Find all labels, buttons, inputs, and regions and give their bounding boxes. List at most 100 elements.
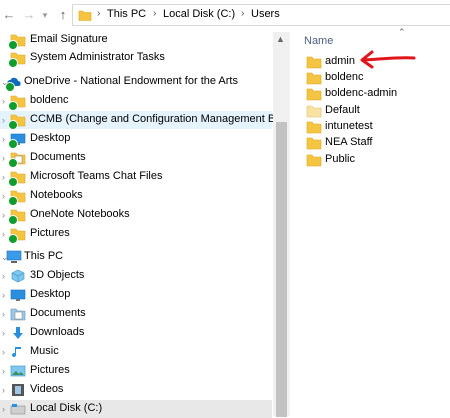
forward-arrow-icon[interactable]: → [22, 8, 36, 22]
music-note-icon [10, 345, 26, 359]
nav-item-label: Videos [30, 383, 64, 395]
file-name: boldenc [325, 71, 364, 83]
chevron-right-icon[interactable]: › [2, 308, 10, 320]
onedrive-cloud-icon [5, 75, 23, 92]
folder-icon [8, 33, 26, 50]
nav-item-label: Pictures [30, 364, 70, 376]
sync-check-icon [8, 120, 18, 130]
sync-check-icon [8, 139, 18, 149]
file-item-boldenc[interactable]: boldenc [304, 70, 444, 86]
folder-icon [8, 113, 26, 130]
nav-item-label: OneNote Notebooks [30, 208, 130, 220]
nav-item-onedrive[interactable]: ⌄ OneDrive - National Endowment for the … [0, 73, 272, 92]
folder-icon [8, 208, 26, 225]
nav-item-pictures[interactable]: › Pictures [0, 362, 272, 380]
nav-item-label: Email Signature [30, 33, 108, 45]
nav-item-label: 3D Objects [30, 269, 85, 281]
nav-item-label: Downloads [30, 326, 85, 338]
folder-icon [306, 136, 322, 150]
address-toolbar: ← → ▾ ↑ › This PC › Local Disk (C:) › Us… [0, 0, 450, 32]
this-pc-icon [6, 250, 22, 264]
nav-item-label: Microsoft Teams Chat Files [30, 170, 163, 182]
address-folder-icon [78, 8, 92, 22]
nav-item-videos[interactable]: › Videos [0, 381, 272, 399]
breadcrumb-this-pc[interactable]: This PC [107, 8, 146, 20]
file-item-boldenc-admin[interactable]: boldenc-admin [304, 86, 444, 102]
file-item-intunetest[interactable]: intunetest [304, 119, 444, 135]
nav-item-documents[interactable]: › Documents [0, 305, 272, 323]
back-arrow-icon[interactable]: ← [2, 8, 16, 22]
nav-item-notebooks[interactable]: › Notebooks [0, 187, 272, 206]
folder-icon [8, 94, 26, 111]
nav-item-ccmb[interactable]: › CCMB (Change and Configuration Managem… [0, 111, 301, 130]
desktop-icon [8, 132, 26, 149]
nav-item-this-pc[interactable]: ⌄ This PC [0, 248, 272, 266]
nav-item-label: boldenc [30, 94, 69, 106]
nav-item-music[interactable]: › Music [0, 343, 272, 361]
chevron-right-icon[interactable]: › [2, 365, 10, 377]
nav-item-local-disk[interactable]: › Local Disk (C:) [0, 400, 272, 418]
chevron-right-icon[interactable]: › [2, 270, 10, 282]
nav-item-label: OneDrive - National Endowment for the Ar… [24, 75, 238, 87]
chevron-right-icon[interactable]: › [2, 327, 10, 339]
nav-item-teams-chat-files[interactable]: › Microsoft Teams Chat Files [0, 168, 272, 187]
breadcrumb-separator: › [97, 8, 101, 19]
nav-item-3d-objects[interactable]: › 3D Objects [0, 267, 272, 285]
nav-item-boldenc[interactable]: › boldenc [0, 92, 272, 111]
file-item-public[interactable]: Public [304, 152, 444, 168]
desktop-icon [10, 288, 26, 302]
documents-icon [8, 151, 26, 168]
local-disk-drive-icon [10, 402, 26, 416]
file-item-default[interactable]: Default [304, 103, 444, 119]
chevron-right-icon[interactable]: › [2, 346, 10, 358]
breadcrumb-local-disk[interactable]: Local Disk (C:) [163, 8, 235, 20]
file-name: boldenc-admin [325, 87, 398, 99]
breadcrumb-separator: › [153, 8, 157, 19]
folder-icon [306, 104, 322, 118]
nav-item-documents-onedrive[interactable]: › Documents [0, 149, 272, 168]
nav-item-label: Documents [30, 151, 86, 163]
folder-icon [306, 153, 322, 167]
sync-check-icon [8, 215, 18, 225]
address-bar[interactable]: › This PC › Local Disk (C:) › Users [72, 4, 450, 26]
scroll-up-arrow-icon[interactable]: ▲ [276, 34, 285, 44]
nav-item-label: Documents [30, 307, 86, 319]
folder-icon [306, 87, 322, 101]
scrollbar-thumb[interactable] [276, 122, 287, 417]
nav-item-label: CCMB (Change and Configuration Managemen… [30, 113, 301, 125]
folder-icon [306, 71, 322, 85]
column-header-name[interactable]: Name [304, 35, 333, 47]
sync-check-icon [8, 196, 18, 206]
recent-locations-chevron-icon[interactable]: ▾ [38, 8, 52, 22]
folder-icon [306, 120, 322, 134]
chevron-right-icon[interactable]: › [2, 403, 10, 415]
nav-item-label: Pictures [30, 227, 70, 239]
chevron-right-icon[interactable]: › [2, 384, 10, 396]
chevron-right-icon[interactable]: › [2, 289, 10, 301]
sync-check-icon [8, 58, 18, 68]
file-item-nea-staff[interactable]: NEA Staff [304, 135, 444, 151]
up-arrow-icon[interactable]: ↑ [56, 8, 70, 22]
nav-item-onenote-notebooks[interactable]: › OneNote Notebooks [0, 206, 272, 225]
file-name: NEA Staff [325, 136, 373, 148]
sort-ascending-icon: ⌃ [398, 27, 406, 37]
nav-item-desktop-onedrive[interactable]: › Desktop [0, 130, 272, 149]
videos-filmstrip-icon [10, 383, 26, 397]
nav-item-downloads[interactable]: › Downloads [0, 324, 272, 342]
navigation-pane: Email Signature System Administrator Tas… [0, 31, 301, 418]
red-arrow-annotation-icon [360, 50, 416, 69]
3d-objects-icon [10, 269, 26, 283]
nav-item-label: Local Disk (C:) [30, 402, 103, 414]
folder-icon [8, 227, 26, 244]
folder-icon [8, 51, 26, 68]
nav-item-system-administrator-tasks[interactable]: System Administrator Tasks [0, 49, 272, 68]
nav-item-email-signature[interactable]: Email Signature [0, 31, 272, 50]
nav-item-desktop[interactable]: › Desktop [0, 286, 272, 304]
documents-icon [10, 307, 26, 321]
breadcrumb-users[interactable]: Users [251, 8, 280, 20]
pictures-icon [10, 364, 26, 378]
nav-item-pictures-onedrive[interactable]: › Pictures [0, 225, 272, 244]
sync-check-icon [8, 177, 18, 187]
nav-scrollbar[interactable]: ▲ [273, 32, 290, 417]
sync-check-icon [8, 234, 18, 244]
